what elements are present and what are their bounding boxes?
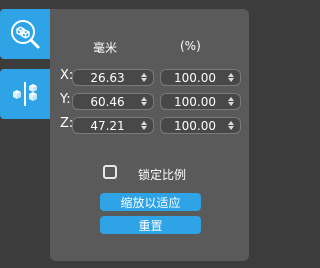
tab-scale[interactable] (0, 9, 50, 59)
spinner-icon[interactable] (138, 118, 150, 133)
scale-to-fit-button[interactable]: 缩放以适应 (100, 193, 201, 211)
column-header-mm: 毫米 (93, 41, 118, 55)
lock-ratio-label: 锁定比例 (138, 168, 187, 182)
x-percent-value: 100.00 (174, 70, 216, 85)
scale-search-icon (11, 20, 40, 49)
spinner-icon[interactable] (225, 94, 237, 109)
lock-ratio-checkbox[interactable] (103, 165, 117, 179)
scale-panel: 毫米 (%) X: 26.63 100.00 Y: 60.46 100.00 Z… (50, 9, 249, 261)
x-mm-value: 26.63 (90, 70, 125, 85)
spinner-icon[interactable] (138, 94, 150, 109)
y-mm-value: 60.46 (90, 94, 125, 109)
y-percent-input[interactable]: 100.00 (160, 93, 241, 110)
axis-label-y: Y: (60, 92, 71, 107)
spinner-icon[interactable] (138, 70, 150, 85)
y-mm-input[interactable]: 60.46 (72, 93, 154, 110)
x-mm-input[interactable]: 26.63 (72, 69, 154, 86)
z-mm-input[interactable]: 47.21 (72, 117, 154, 134)
z-percent-input[interactable]: 100.00 (160, 117, 241, 134)
spinner-icon[interactable] (225, 70, 237, 85)
mirror-icon (13, 82, 37, 106)
spinner-icon[interactable] (225, 118, 237, 133)
reset-button[interactable]: 重置 (100, 216, 201, 234)
z-mm-value: 47.21 (90, 118, 125, 133)
x-percent-input[interactable]: 100.00 (160, 69, 241, 86)
tab-mirror[interactable] (0, 69, 50, 119)
y-percent-value: 100.00 (174, 94, 216, 109)
column-header-percent: (%) (180, 39, 201, 53)
z-percent-value: 100.00 (174, 118, 216, 133)
